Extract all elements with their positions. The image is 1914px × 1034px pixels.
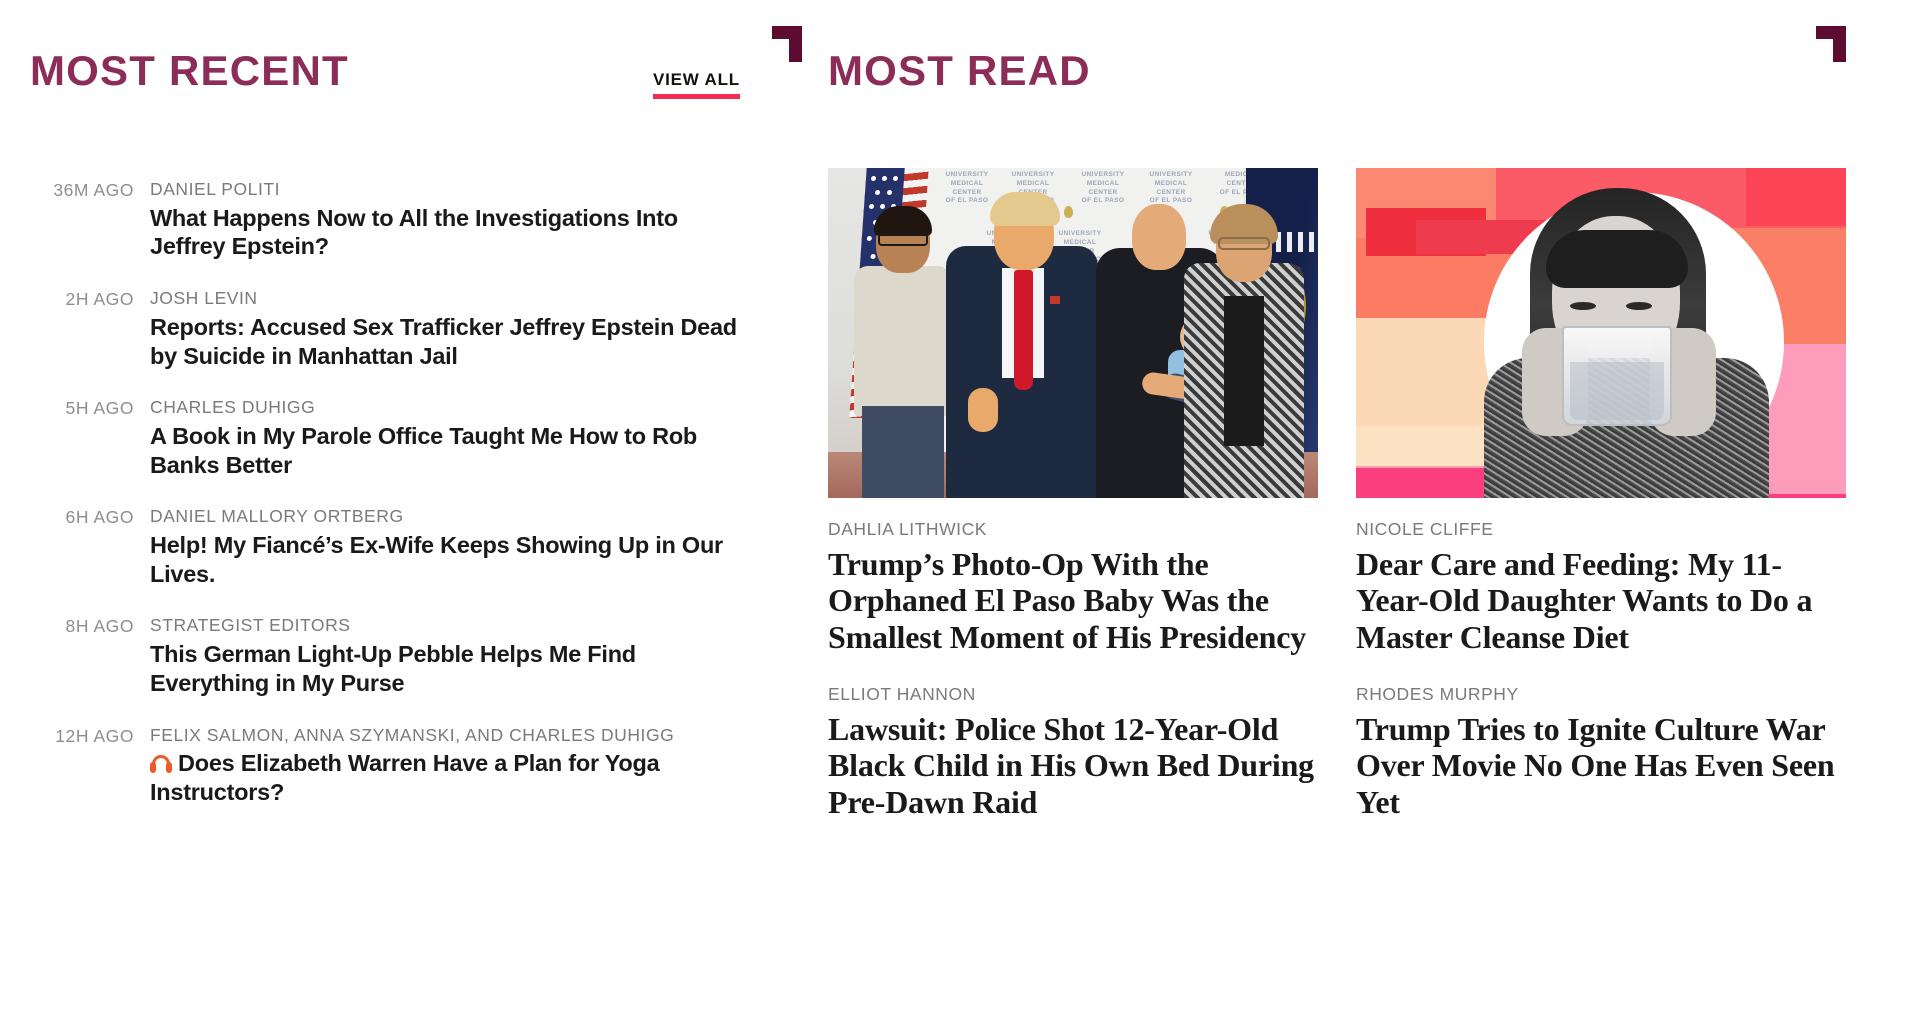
timestamp: 5H AGO xyxy=(65,398,134,419)
headline-link[interactable]: Trump’s Photo-Op With the Orphaned El Pa… xyxy=(828,546,1318,655)
byline: DAHLIA LITHWICK xyxy=(828,519,987,539)
most-read-card[interactable]: RHODES MURPHY Trump Tries to Ignite Cult… xyxy=(1356,683,1846,820)
person-figure xyxy=(1184,178,1304,498)
photo-illustration: UNIVERSITY MEDICAL CENTER OF EL PASO UNIVE… xyxy=(828,168,1318,498)
headline-link[interactable]: Help! My Fiancé’s Ex-Wife Keeps Showing … xyxy=(150,531,740,588)
most-recent-most-read-module: MOST RECENT VIEW ALL MOST READ 36M AGO D… xyxy=(0,0,1914,1034)
timestamp: 36M AGO xyxy=(53,180,134,200)
byline: JOSH LEVIN xyxy=(150,288,258,309)
headline-text: Does Elizabeth Warren Have a Plan for Yo… xyxy=(150,750,660,805)
view-all-link[interactable]: VIEW ALL xyxy=(653,70,740,99)
list-item-body: FELIX SALMON, ANNA SZYMANSKI, AND CHARLE… xyxy=(150,724,770,807)
headline-link[interactable]: What Happens Now to All the Investigatio… xyxy=(150,204,740,261)
headline-link[interactable]: Does Elizabeth Warren Have a Plan for Yo… xyxy=(150,749,740,806)
list-item[interactable]: 6H AGO DANIEL MALLORY ORTBERG Help! My F… xyxy=(0,505,800,588)
bracket-vertical-bar xyxy=(1833,26,1846,62)
corner-bracket-mark-left xyxy=(772,26,802,62)
byline: ELLIOT HANNON xyxy=(828,684,976,705)
headline-link[interactable]: Trump Tries to Ignite Culture War Over M… xyxy=(1356,711,1846,820)
headline-link[interactable]: Reports: Accused Sex Trafficker Jeffrey … xyxy=(150,313,740,370)
timestamp: 8H AGO xyxy=(65,616,134,637)
person-figure xyxy=(1474,178,1774,498)
byline: STRATEGIST EDITORS xyxy=(150,615,351,636)
headline-link[interactable]: This German Light-Up Pebble Helps Me Fin… xyxy=(150,640,740,697)
timestamp: 2H AGO xyxy=(65,289,134,310)
timestamp: 12H AGO xyxy=(55,725,134,746)
most-read-row-top: UNIVERSITY MEDICAL CENTER OF EL PASO UNIVE… xyxy=(828,168,1884,655)
most-read-row-bottom: ELLIOT HANNON Lawsuit: Police Shot 12-Ye… xyxy=(828,683,1884,820)
byline: RHODES MURPHY xyxy=(1356,684,1519,705)
headline-link[interactable]: A Book in My Parole Office Taught Me How… xyxy=(150,422,740,479)
article-thumbnail-girl-drinking-water[interactable] xyxy=(1356,168,1846,498)
list-item-body: DANIEL POLITI What Happens Now to All th… xyxy=(150,178,770,261)
photo-illustration xyxy=(1356,168,1846,498)
list-item[interactable]: 2H AGO JOSH LEVIN Reports: Accused Sex T… xyxy=(0,287,800,370)
most-read-grid: UNIVERSITY MEDICAL CENTER OF EL PASO UNIVE… xyxy=(828,168,1884,820)
most-read-card[interactable]: UNIVERSITY MEDICAL CENTER OF EL PASO UNIVE… xyxy=(828,168,1318,655)
byline: DANIEL POLITI xyxy=(150,179,281,199)
byline: CHARLES DUHIGG xyxy=(150,397,316,418)
most-recent-heading: MOST RECENT xyxy=(30,47,349,94)
corner-bracket-mark-right xyxy=(1816,26,1846,62)
most-read-card[interactable]: NICOLE CLIFFE Dear Care and Feeding: My … xyxy=(1356,168,1846,655)
headline-link[interactable]: Lawsuit: Police Shot 12-Year-Old Black C… xyxy=(828,711,1318,820)
list-item-body: JOSH LEVIN Reports: Accused Sex Traffick… xyxy=(150,287,770,370)
byline: DANIEL MALLORY ORTBERG xyxy=(150,506,404,527)
list-item[interactable]: 5H AGO CHARLES DUHIGG A Book in My Parol… xyxy=(0,396,800,479)
list-item-body: STRATEGIST EDITORS This German Light-Up … xyxy=(150,614,770,697)
timestamp: 6H AGO xyxy=(65,507,134,528)
list-item[interactable]: 36M AGO DANIEL POLITI What Happens Now t… xyxy=(0,178,800,261)
list-item-body: CHARLES DUHIGG A Book in My Parole Offic… xyxy=(150,396,770,479)
list-item[interactable]: 12H AGO FELIX SALMON, ANNA SZYMANSKI, AN… xyxy=(0,724,800,807)
person-figure xyxy=(946,168,1098,498)
headline-link[interactable]: Dear Care and Feeding: My 11-Year-Old Da… xyxy=(1356,546,1846,655)
most-read-heading: MOST READ xyxy=(828,47,1091,94)
byline: FELIX SALMON, ANNA SZYMANSKI, AND CHARLE… xyxy=(150,724,675,745)
bracket-vertical-bar xyxy=(789,26,802,62)
list-item[interactable]: 8H AGO STRATEGIST EDITORS This German Li… xyxy=(0,614,800,697)
article-thumbnail-trump-el-paso[interactable]: UNIVERSITY MEDICAL CENTER OF EL PASO UNIVE… xyxy=(828,168,1318,498)
list-item-body: DANIEL MALLORY ORTBERG Help! My Fiancé’s… xyxy=(150,505,770,588)
person-figure xyxy=(850,198,955,498)
most-recent-list: 36M AGO DANIEL POLITI What Happens Now t… xyxy=(0,178,800,833)
byline: NICOLE CLIFFE xyxy=(1356,519,1494,539)
most-read-card[interactable]: ELLIOT HANNON Lawsuit: Police Shot 12-Ye… xyxy=(828,683,1318,820)
headphones-icon xyxy=(150,755,172,774)
